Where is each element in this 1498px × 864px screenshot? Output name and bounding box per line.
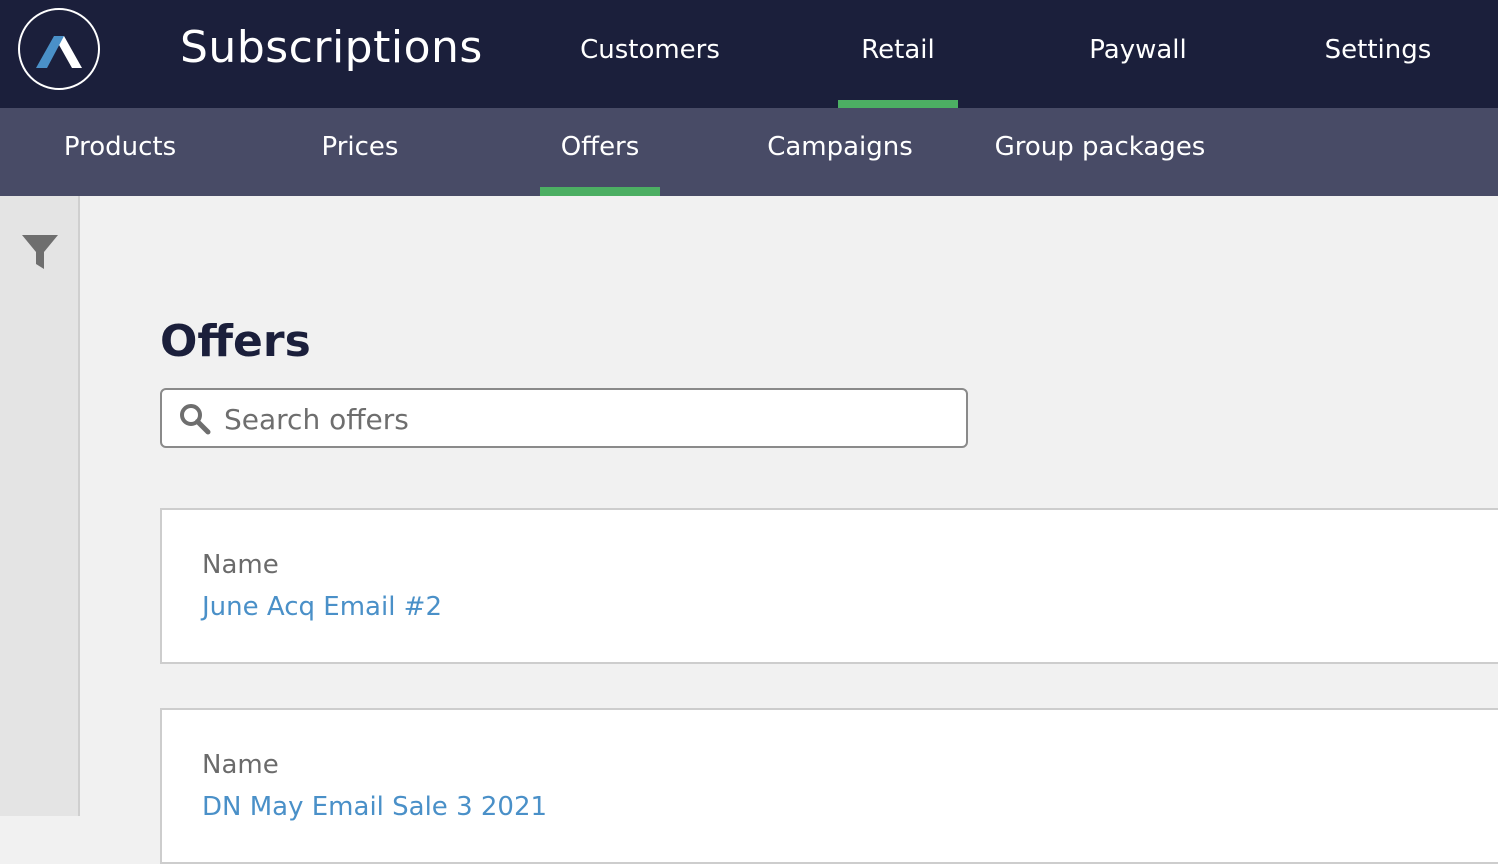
filter-icon[interactable] bbox=[20, 232, 60, 272]
nav-paywall-label: Paywall bbox=[1089, 35, 1187, 65]
nav-retail-label: Retail bbox=[861, 35, 935, 65]
offer-name-link[interactable]: DN May Email Sale 3 2021 bbox=[202, 792, 547, 822]
offer-name-label: Name bbox=[202, 550, 279, 580]
nav-customers-label: Customers bbox=[580, 35, 720, 65]
page-title: Offers bbox=[160, 316, 311, 367]
nav-settings-label: Settings bbox=[1324, 35, 1432, 65]
tab-products[interactable]: Products bbox=[0, 108, 240, 196]
active-indicator bbox=[540, 187, 660, 196]
offer-card: Name June Acq Email #2 bbox=[160, 508, 1498, 664]
search-box bbox=[160, 388, 968, 448]
nav-customers[interactable]: Customers bbox=[570, 0, 730, 108]
tab-prices-label: Prices bbox=[321, 132, 399, 162]
app-title: Subscriptions bbox=[180, 22, 483, 73]
tab-prices[interactable]: Prices bbox=[240, 108, 480, 196]
offer-name-label: Name bbox=[202, 750, 279, 780]
nav-retail[interactable]: Retail bbox=[818, 0, 978, 108]
tab-campaigns[interactable]: Campaigns bbox=[720, 108, 960, 196]
nav-settings[interactable]: Settings bbox=[1298, 0, 1458, 108]
tab-offers-label: Offers bbox=[560, 132, 640, 162]
search-input[interactable] bbox=[222, 396, 956, 442]
sub-navigation-bar: Products Prices Offers Campaigns Group p… bbox=[0, 108, 1498, 196]
tab-group-packages[interactable]: Group packages bbox=[980, 108, 1220, 196]
brand-logo[interactable] bbox=[18, 8, 100, 90]
active-indicator bbox=[838, 100, 958, 108]
tab-products-label: Products bbox=[63, 132, 177, 162]
offer-card: Name DN May Email Sale 3 2021 bbox=[160, 708, 1498, 864]
nav-paywall[interactable]: Paywall bbox=[1058, 0, 1218, 108]
tab-campaigns-label: Campaigns bbox=[767, 132, 913, 162]
tab-group-packages-label: Group packages bbox=[994, 132, 1206, 162]
filter-sidebar bbox=[0, 196, 80, 816]
offer-name-link[interactable]: June Acq Email #2 bbox=[202, 592, 442, 622]
search-icon bbox=[178, 402, 212, 436]
top-navigation-bar: Subscriptions Customers Retail Paywall S… bbox=[0, 0, 1498, 108]
tab-offers[interactable]: Offers bbox=[480, 108, 720, 196]
